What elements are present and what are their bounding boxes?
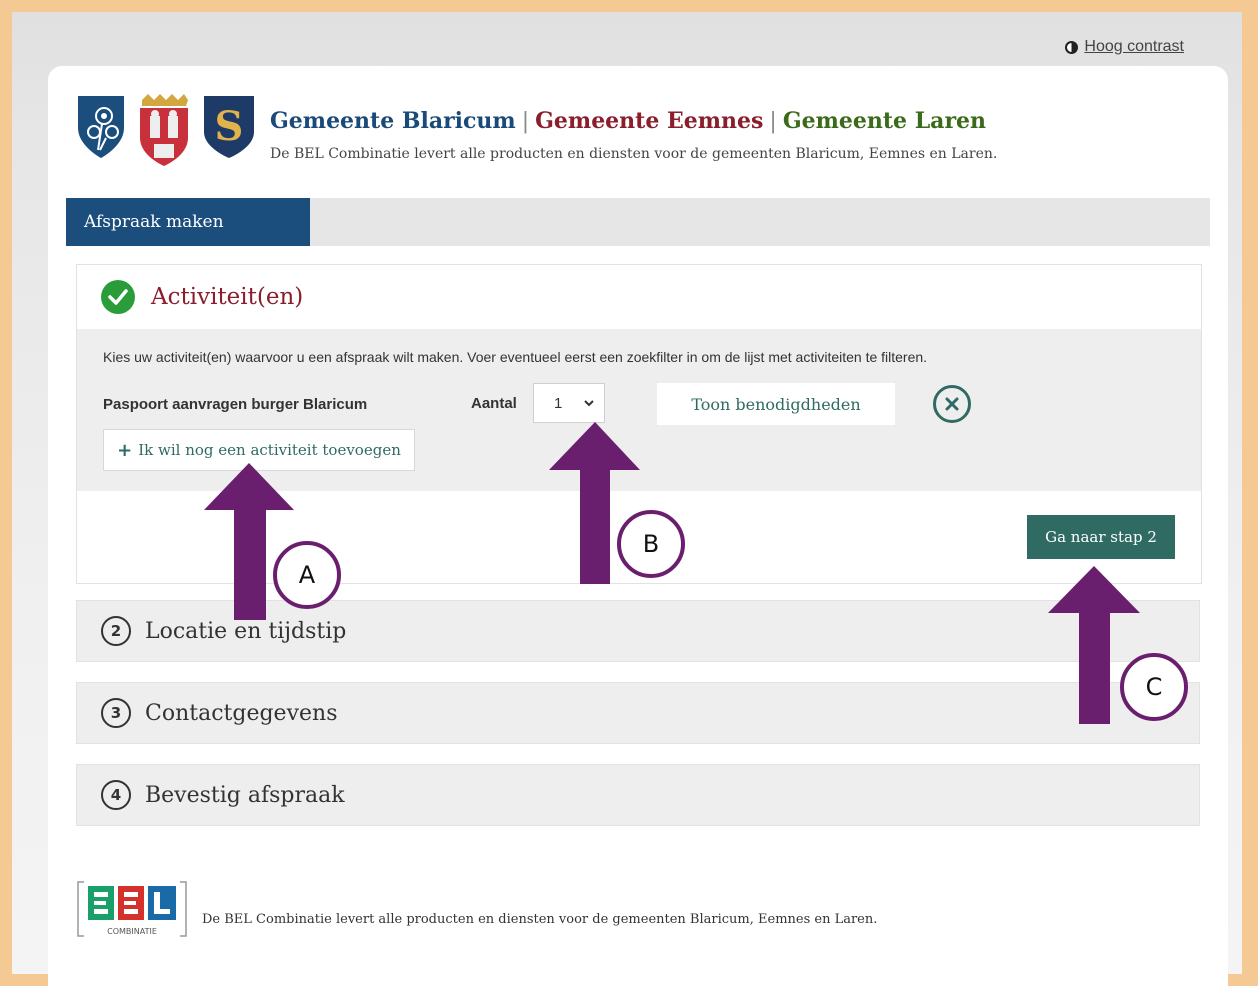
annotation-label-b: B [617,510,685,578]
annotation-label-c: C [1120,653,1188,721]
annotation-label-a: A [273,541,341,609]
annotation-arrows [204,422,1140,724]
